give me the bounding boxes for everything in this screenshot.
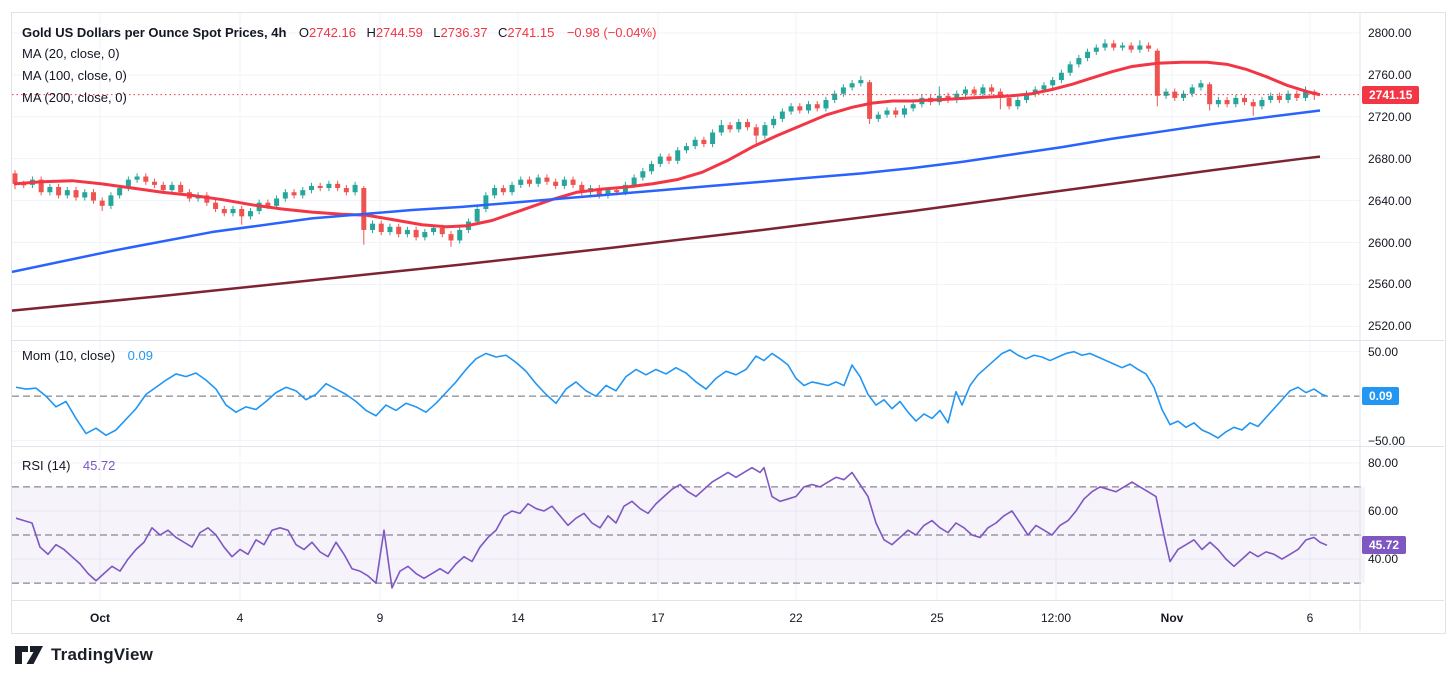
chart-canvas[interactable]: [12, 13, 1444, 631]
mom-line: [16, 350, 1327, 438]
main-chart-legend: Gold US Dollars per Ounce Spot Prices, 4…: [22, 24, 656, 42]
y-axis-label: 80.00: [1368, 456, 1398, 470]
tradingview-logo-icon: [14, 644, 44, 666]
mom-value: 0.09: [128, 348, 153, 363]
rsi-legend: RSI (14) 45.72: [22, 457, 115, 475]
x-axis-label-nov: Nov: [1161, 611, 1184, 625]
rsi-value-badge: 45.72: [1362, 536, 1406, 554]
x-axis-label-12-00: 12:00: [1041, 611, 1071, 625]
ohlc-low: L2736.37: [433, 25, 487, 40]
x-axis-label-4: 4: [237, 611, 244, 625]
ohlc-close: C2741.15: [498, 25, 554, 40]
last-price-badge: 2741.15: [1362, 86, 1419, 104]
y-axis-label: 40.00: [1368, 552, 1398, 566]
mom-value-badge: 0.09: [1362, 387, 1399, 405]
y-axis-label: 2640.00: [1368, 194, 1411, 208]
y-axis-label: 2800.00: [1368, 26, 1411, 40]
x-axis-label-25: 25: [930, 611, 943, 625]
ma200-legend: MA (200, close, 0): [22, 90, 127, 105]
tradingview-attribution[interactable]: TradingView: [14, 644, 153, 666]
x-axis-label-17: 17: [651, 611, 664, 625]
chart-title: Gold US Dollars per Ounce Spot Prices, 4…: [22, 25, 286, 40]
y-axis-label: 60.00: [1368, 504, 1398, 518]
y-axis-label: 50.00: [1368, 345, 1398, 359]
x-axis-label-9: 9: [377, 611, 384, 625]
y-axis-label: 2680.00: [1368, 152, 1411, 166]
ma100-legend: MA (100, close, 0): [22, 68, 127, 83]
rsi-value: 45.72: [83, 458, 116, 473]
page: Gold US Dollars per Ounce Spot Prices, 4…: [0, 0, 1454, 679]
ohlc-open: O2742.16: [299, 25, 356, 40]
ma20-line: [14, 62, 1320, 227]
x-axis-label-oct: Oct: [90, 611, 110, 625]
mom-label: Mom (10, close): [22, 348, 115, 363]
ma20-legend: MA (20, close, 0): [22, 46, 120, 61]
y-axis-label: 2760.00: [1368, 68, 1411, 82]
rsi-label: RSI (14): [22, 458, 70, 473]
y-axis-label: −50.00: [1368, 434, 1405, 448]
ohlc-high: H2744.59: [366, 25, 422, 40]
mom-legend: Mom (10, close) 0.09: [22, 347, 153, 365]
x-axis-label-6: 6: [1307, 611, 1314, 625]
ohlc-change: −0.98 (−0.04%): [567, 25, 657, 40]
tradingview-brand-text: TradingView: [51, 645, 153, 665]
y-axis-label: 2520.00: [1368, 319, 1411, 333]
x-axis-label-14: 14: [511, 611, 524, 625]
y-axis-label: 2600.00: [1368, 236, 1411, 250]
y-axis-label: 2720.00: [1368, 110, 1411, 124]
ma100-line: [12, 110, 1320, 271]
y-axis-label: 2560.00: [1368, 277, 1411, 291]
x-axis-label-22: 22: [789, 611, 802, 625]
chart-widget[interactable]: Gold US Dollars per Ounce Spot Prices, 4…: [11, 12, 1446, 634]
